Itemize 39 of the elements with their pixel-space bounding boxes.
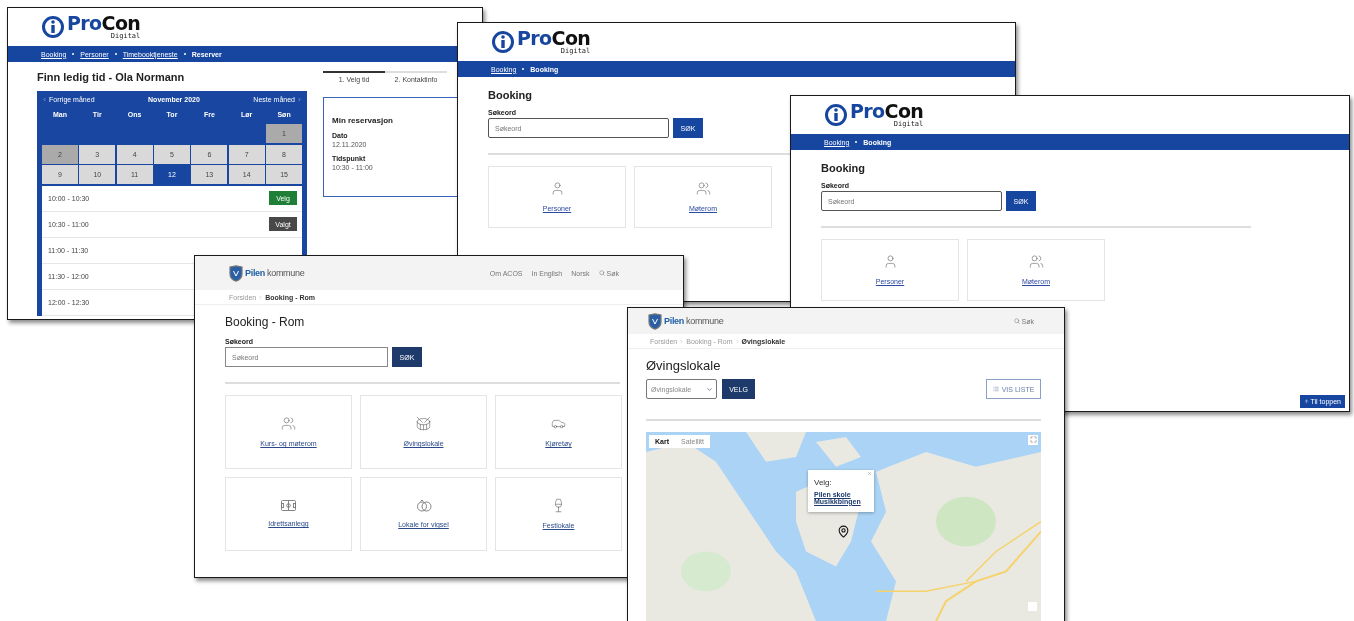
list-icon xyxy=(992,386,999,393)
people-icon xyxy=(695,181,711,197)
logo-icon xyxy=(824,103,848,127)
panel-title: Min reservasjon xyxy=(332,116,393,125)
search-icon xyxy=(1013,318,1020,324)
page-title: Booking xyxy=(488,89,532,102)
logo-wordmark: ProCon xyxy=(67,14,141,33)
arrow-up-icon xyxy=(1303,399,1309,404)
logo-wordmark: ProCon xyxy=(517,29,591,48)
chevron-left-icon xyxy=(42,96,47,102)
shield-icon xyxy=(648,312,662,330)
logo-name: Pilen xyxy=(664,316,684,326)
people-icon xyxy=(281,416,296,432)
fullscreen-icon xyxy=(1029,436,1037,444)
logo-wordmark: ProCon xyxy=(850,102,924,121)
person-icon xyxy=(882,254,898,270)
person-icon xyxy=(549,181,565,197)
popup-title: Velg: xyxy=(814,477,832,487)
people-icon xyxy=(1028,254,1044,270)
page-title: Øvingslokale xyxy=(646,359,721,374)
logo-subtitle: kommune xyxy=(267,268,305,278)
page-title: Finn ledig tid - Ola Normann xyxy=(37,71,185,84)
shield-icon xyxy=(229,264,243,282)
drum-icon xyxy=(416,416,431,432)
search-icon xyxy=(598,270,605,276)
logo-icon xyxy=(491,30,515,54)
logo-subtitle: kommune xyxy=(686,316,724,326)
logo-icon xyxy=(41,15,65,39)
chevron-down-icon xyxy=(706,385,713,393)
page-title: Booking - Rom xyxy=(225,316,305,330)
close-icon[interactable] xyxy=(867,470,872,476)
sports-field-icon xyxy=(281,500,296,512)
rings-icon xyxy=(415,499,432,513)
page-title: Booking xyxy=(821,162,865,175)
chevron-right-icon xyxy=(297,96,302,102)
fullscreen-button[interactable] xyxy=(1028,434,1038,445)
map-pin-icon[interactable] xyxy=(837,524,850,538)
map-control[interactable] xyxy=(1028,602,1037,611)
logo-name: Pilen xyxy=(245,268,265,278)
